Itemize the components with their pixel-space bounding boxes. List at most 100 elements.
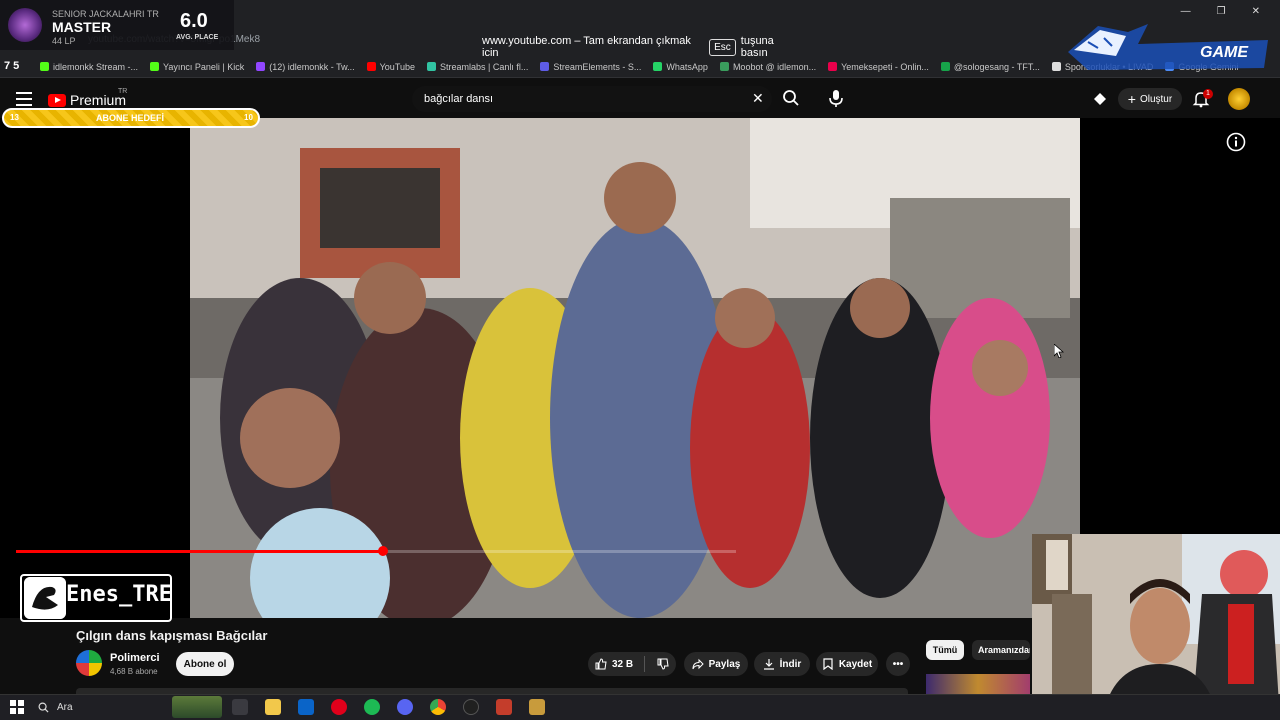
bookmark-label: Streamlabs | Canlı fl... bbox=[440, 61, 529, 72]
bookmark-item[interactable]: YouTube bbox=[366, 61, 415, 72]
obs-icon[interactable] bbox=[463, 699, 479, 715]
share-button[interactable]: Paylaş bbox=[684, 652, 748, 676]
youtube-play-icon bbox=[48, 93, 66, 107]
bookmark-favicon-icon bbox=[256, 62, 266, 71]
rank-emblem-icon bbox=[8, 8, 42, 42]
progress-bar-fill bbox=[16, 550, 384, 553]
save-button[interactable]: Kaydet bbox=[816, 652, 878, 676]
create-label: Oluştur bbox=[1139, 93, 1173, 105]
clear-search-icon[interactable]: ✕ bbox=[752, 90, 764, 107]
subscriber-count: 4,68 B abone bbox=[110, 667, 158, 676]
chip-all[interactable]: Tümü bbox=[926, 640, 964, 660]
microphone-icon[interactable] bbox=[826, 88, 846, 108]
bookmark-label: Yemeksepeti - Onlin... bbox=[841, 61, 929, 72]
more-horizontal-icon: ••• bbox=[892, 658, 904, 670]
taskbar-search[interactable]: Ara bbox=[32, 698, 172, 716]
restore-icon[interactable]: ❐ bbox=[1217, 6, 1226, 17]
bookmark-favicon-icon bbox=[1051, 62, 1061, 71]
recommended-thumbnail[interactable] bbox=[926, 674, 1030, 696]
window-controls: — ❐ ✕ bbox=[1181, 6, 1260, 17]
account-avatar[interactable] bbox=[1228, 88, 1250, 110]
bookmark-item[interactable]: Moobot @ idlemon... bbox=[719, 61, 817, 72]
video-title: Çılgın dans kapışması Bağcılar bbox=[76, 628, 268, 643]
share-label: Paylaş bbox=[708, 658, 741, 670]
bookmark-item[interactable]: Yemeksepeti - Onlin... bbox=[828, 62, 929, 72]
taskbar-widget-image[interactable] bbox=[172, 696, 222, 718]
bookmark-favicon-icon bbox=[653, 62, 663, 71]
menu-icon[interactable] bbox=[16, 92, 32, 106]
bookmark-favicon-icon bbox=[366, 62, 376, 71]
region-label: TR bbox=[118, 88, 128, 95]
bookmark-label: idlemonkk Stream -... bbox=[53, 61, 139, 72]
esc-key-badge: Esc bbox=[709, 38, 736, 56]
bookmark-item[interactable]: idlemonkk Stream -... bbox=[40, 62, 138, 72]
avg-place-label: AVG. PLACE bbox=[176, 34, 219, 41]
download-button[interactable]: İndir bbox=[754, 652, 810, 676]
like-dislike-group: 32 B bbox=[588, 652, 676, 676]
bookmark-item[interactable]: Yayıncı Paneli | Kick bbox=[150, 62, 244, 72]
create-button[interactable]: + Oluştur bbox=[1118, 88, 1182, 110]
channel-name[interactable]: Polimerci bbox=[110, 652, 160, 664]
bookmark-icon bbox=[823, 658, 833, 670]
download-icon bbox=[763, 659, 774, 670]
bookmark-item[interactable]: WhatsApp bbox=[653, 62, 708, 72]
summoner-name: SENIOR JACKALAHRI TR bbox=[52, 9, 159, 19]
notification-badge: 1 bbox=[1203, 89, 1213, 99]
premium-cast-icon[interactable] bbox=[1092, 91, 1108, 107]
opera-icon[interactable] bbox=[331, 699, 347, 715]
task-view-icon[interactable] bbox=[232, 699, 248, 715]
like-icon[interactable] bbox=[595, 658, 607, 670]
channel-avatar[interactable] bbox=[76, 650, 102, 676]
rank-tier: MASTER bbox=[52, 19, 112, 35]
bookmark-item[interactable]: (12) idlemonkk - Tw... bbox=[256, 61, 355, 72]
bookmark-item[interactable]: Streamlabs | Canlı fl... bbox=[427, 62, 528, 72]
mouse-cursor-icon bbox=[1054, 344, 1064, 358]
dislike-icon[interactable] bbox=[657, 658, 669, 670]
league-client-icon[interactable] bbox=[529, 699, 545, 715]
bookmark-item[interactable]: StreamElements - S... bbox=[540, 62, 641, 72]
bookmark-label: Moobot @ idlemon... bbox=[732, 61, 817, 72]
subscriber-goal-end: 10 bbox=[244, 113, 253, 122]
bookmark-favicon-icon bbox=[828, 62, 838, 71]
youtube-logo[interactable]: Premium bbox=[48, 92, 126, 108]
chip-from-search[interactable]: Aramanızdan bbox=[972, 640, 1030, 660]
bookmark-label: YouTube bbox=[379, 61, 415, 72]
file-explorer-icon[interactable] bbox=[265, 699, 281, 715]
outlook-icon[interactable] bbox=[298, 699, 314, 715]
save-label: Kaydet bbox=[838, 658, 873, 670]
more-actions-button[interactable]: ••• bbox=[886, 652, 910, 676]
webcam-feed bbox=[1032, 534, 1280, 720]
search-input[interactable]: bağcılar dansı bbox=[424, 93, 493, 105]
streamer-name: Enes_TRE bbox=[66, 582, 172, 607]
bookmark-favicon-icon bbox=[150, 62, 160, 71]
chrome-icon[interactable] bbox=[430, 699, 446, 715]
bookmark-favicon-icon bbox=[40, 62, 49, 71]
bookmark-label: WhatsApp bbox=[666, 61, 708, 72]
discord-icon[interactable] bbox=[397, 699, 413, 715]
subscriber-goal-start: 13 bbox=[10, 113, 19, 122]
like-divider bbox=[644, 656, 645, 672]
bookmark-label: @sologesang - TFT... bbox=[953, 61, 1040, 72]
like-count[interactable]: 32 B bbox=[612, 659, 633, 670]
video-frame[interactable] bbox=[190, 118, 1080, 618]
score-counter: 7 5 bbox=[4, 60, 20, 72]
bookmark-favicon-icon bbox=[719, 62, 729, 71]
app-icon-red[interactable] bbox=[496, 699, 512, 715]
streamer-logo-icon bbox=[24, 577, 66, 619]
spotify-icon[interactable] bbox=[364, 699, 380, 715]
subscriber-goal-label: ABONE HEDEFİ bbox=[96, 113, 165, 123]
windows-start-icon[interactable] bbox=[10, 700, 24, 714]
close-icon[interactable]: ✕ bbox=[1252, 6, 1260, 17]
info-icon[interactable] bbox=[1226, 132, 1246, 152]
taskbar-search-icon bbox=[38, 702, 49, 713]
bookmark-item[interactable]: @sologesang - TFT... bbox=[940, 61, 1040, 72]
bookmark-label: Yayıncı Paneli | Kick bbox=[163, 61, 245, 72]
share-icon bbox=[692, 658, 704, 670]
bookmark-favicon-icon bbox=[540, 62, 550, 71]
search-icon[interactable] bbox=[782, 89, 800, 107]
bookmark-label: (12) idlemonkk - Tw... bbox=[269, 61, 355, 72]
subscribe-button[interactable]: Abone ol bbox=[176, 652, 234, 676]
bookmark-label: StreamElements - S... bbox=[553, 61, 642, 72]
download-label: İndir bbox=[779, 658, 802, 670]
minimize-icon[interactable]: — bbox=[1181, 6, 1191, 17]
